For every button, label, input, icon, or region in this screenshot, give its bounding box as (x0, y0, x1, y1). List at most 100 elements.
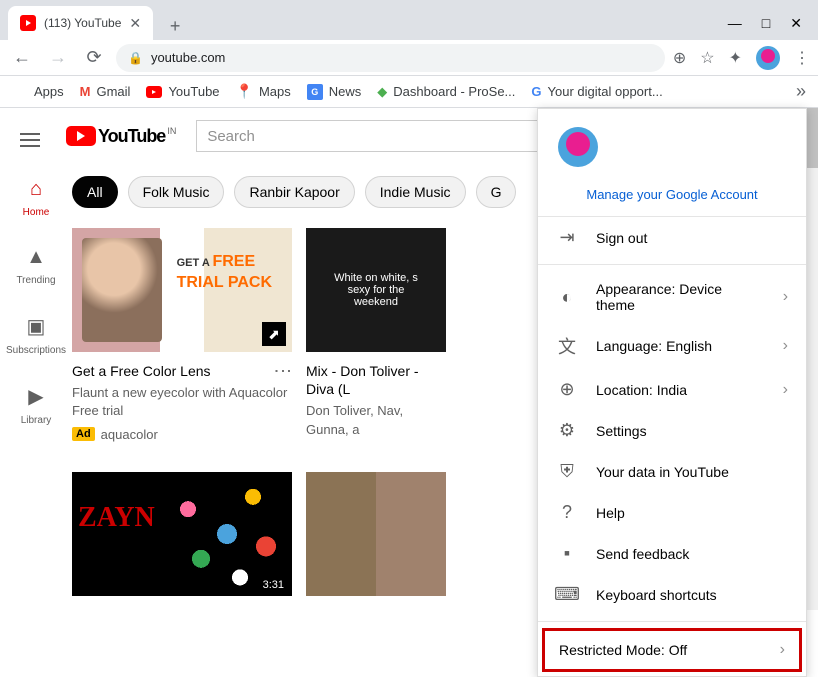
yourdata-item[interactable]: ⛨ Your data in YouTube (538, 451, 806, 492)
ad-badge: Ad (72, 427, 95, 441)
sidebar-library[interactable]: ▶ Library (0, 370, 72, 440)
gmail-bookmark[interactable]: M Gmail (80, 84, 131, 99)
help-item[interactable]: ? Help (538, 492, 806, 533)
close-tab-icon[interactable]: ✕ (129, 15, 141, 32)
browser-menu-icon[interactable]: ⋮ (794, 48, 810, 68)
shield-icon: ⛨ (556, 461, 578, 482)
lock-icon: 🔒 (128, 51, 143, 65)
manage-account-link[interactable]: Manage your Google Account (538, 179, 806, 217)
google-g-icon: G (531, 84, 541, 99)
dashboard-icon: ◆ (377, 84, 387, 100)
shortcuts-item[interactable]: ⌨ Keyboard shortcuts (538, 574, 806, 615)
home-icon: ⌂ (30, 178, 42, 201)
address-bar: ← → ⟳ 🔒 youtube.com ⊕ ☆ ✦ ⋮ (0, 40, 818, 76)
tab-title: (113) YouTube (44, 16, 121, 30)
gmail-icon: M (80, 84, 91, 99)
maps-bookmark[interactable]: 📍 Maps (236, 83, 291, 100)
window-controls: — □ ✕ (728, 15, 818, 40)
appearance-icon: ◐ (556, 287, 578, 308)
video-thumbnail: GET A FREE TRIAL PACK ⬈ (72, 228, 292, 352)
open-link-icon: ⬈ (262, 322, 286, 346)
sidebar-trending[interactable]: ▲ Trending (0, 232, 72, 300)
youtube-bookmark[interactable]: YouTube (146, 84, 219, 99)
restricted-mode-item[interactable]: Restricted Mode: Off › (545, 631, 799, 669)
sidebar-home[interactable]: ⌂ Home (0, 164, 72, 232)
minimize-button[interactable]: — (728, 15, 742, 32)
video-thumbnail: White on white, s sexy for the weekend (306, 228, 446, 352)
bookmarks-bar: Apps M Gmail YouTube 📍 Maps G News ◆ Das… (0, 76, 818, 108)
library-icon: ▶ (28, 384, 43, 409)
back-button[interactable]: ← (8, 44, 36, 72)
video-card-1[interactable]: GET A FREE TRIAL PACK ⬈ Get a Free Color… (72, 228, 292, 442)
gear-icon: ⚙ (556, 420, 578, 441)
url-text: youtube.com (151, 50, 225, 65)
chevron-right-icon: › (783, 288, 788, 306)
url-input[interactable]: 🔒 youtube.com (116, 44, 665, 72)
chevron-right-icon: › (783, 337, 788, 355)
divider (538, 621, 806, 622)
keyboard-icon: ⌨ (556, 584, 578, 605)
digital-bookmark[interactable]: G Your digital opport... (531, 84, 662, 99)
divider (538, 264, 806, 265)
chip-folk[interactable]: Folk Music (128, 176, 225, 208)
maximize-button[interactable]: □ (762, 15, 770, 32)
highlighted-item: Restricted Mode: Off › (542, 628, 802, 672)
youtube-logo[interactable]: YouTube IN (66, 126, 176, 147)
youtube-icon (146, 86, 162, 98)
zoom-icon[interactable]: ⊕ (673, 48, 686, 68)
video-meta: Ad aquacolor (72, 427, 292, 442)
apps-bookmark[interactable]: Apps (12, 84, 64, 100)
video-title: Get a Free Color Lens (72, 362, 292, 380)
feedback-icon: ▪ (556, 543, 578, 564)
chip-indie[interactable]: Indie Music (365, 176, 466, 208)
video-card-5[interactable] (306, 472, 446, 596)
youtube-favicon (20, 15, 36, 31)
forward-button[interactable]: → (44, 44, 72, 72)
main-content: YouTube IN Search All Folk Music Ranbir … (72, 108, 818, 610)
trending-icon: ▲ (26, 246, 46, 269)
titlebar: (113) YouTube ✕ + — □ ✕ (0, 0, 818, 40)
appearance-item[interactable]: ◐ Appearance: Device theme › (538, 271, 806, 323)
language-icon: 文 (556, 333, 578, 359)
bookmark-star-icon[interactable]: ☆ (700, 48, 714, 68)
video-channel: Don Toliver, Nav, Gunna, a (306, 402, 446, 438)
location-item[interactable]: ⊕ Location: India › (538, 369, 806, 410)
video-title: Mix - Don Toliver - Diva (L (306, 362, 446, 398)
news-icon: G (307, 84, 323, 100)
chip-all[interactable]: All (72, 176, 118, 208)
chevron-right-icon: › (783, 381, 788, 399)
language-item[interactable]: 文 Language: English › (538, 323, 806, 369)
menu-avatar (558, 127, 598, 167)
globe-icon: ⊕ (556, 379, 578, 400)
account-menu: Manage your Google Account ⇥ Sign out ◐ … (537, 108, 807, 677)
reload-button[interactable]: ⟳ (80, 44, 108, 72)
browser-tab[interactable]: (113) YouTube ✕ (8, 6, 153, 40)
profile-avatar[interactable] (756, 46, 780, 70)
video-thumbnail: 3:31 (72, 472, 292, 596)
video-description: Flaunt a new eyecolor with Aquacolor Fre… (72, 384, 292, 420)
chevron-right-icon: › (780, 641, 785, 659)
subscriptions-icon: ▣ (27, 314, 46, 339)
signout-item[interactable]: ⇥ Sign out (538, 217, 806, 258)
help-icon: ? (556, 502, 578, 523)
news-bookmark[interactable]: G News (307, 84, 362, 100)
settings-item[interactable]: ⚙ Settings (538, 410, 806, 451)
video-card-2[interactable]: White on white, s sexy for the weekend M… (306, 228, 446, 442)
hamburger-menu[interactable] (20, 133, 40, 147)
chip-partial[interactable]: G (476, 176, 517, 208)
extensions-icon[interactable]: ✦ (729, 48, 742, 68)
close-window-button[interactable]: ✕ (790, 15, 802, 32)
video-duration: 3:31 (259, 578, 288, 592)
dashboard-bookmark[interactable]: ◆ Dashboard - ProSe... (377, 84, 515, 100)
video-card-4[interactable]: 3:31 (72, 472, 292, 596)
new-tab-button[interactable]: + (161, 12, 189, 40)
menu-header (538, 109, 806, 179)
sidebar-subscriptions[interactable]: ▣ Subscriptions (0, 300, 72, 370)
video-menu-icon[interactable]: ⋮ (272, 362, 294, 380)
feedback-item[interactable]: ▪ Send feedback (538, 533, 806, 574)
maps-icon: 📍 (236, 83, 253, 100)
apps-icon (12, 84, 28, 100)
youtube-logo-icon (66, 126, 96, 146)
bookmarks-overflow-icon[interactable]: » (796, 81, 806, 102)
chip-ranbir[interactable]: Ranbir Kapoor (234, 176, 354, 208)
